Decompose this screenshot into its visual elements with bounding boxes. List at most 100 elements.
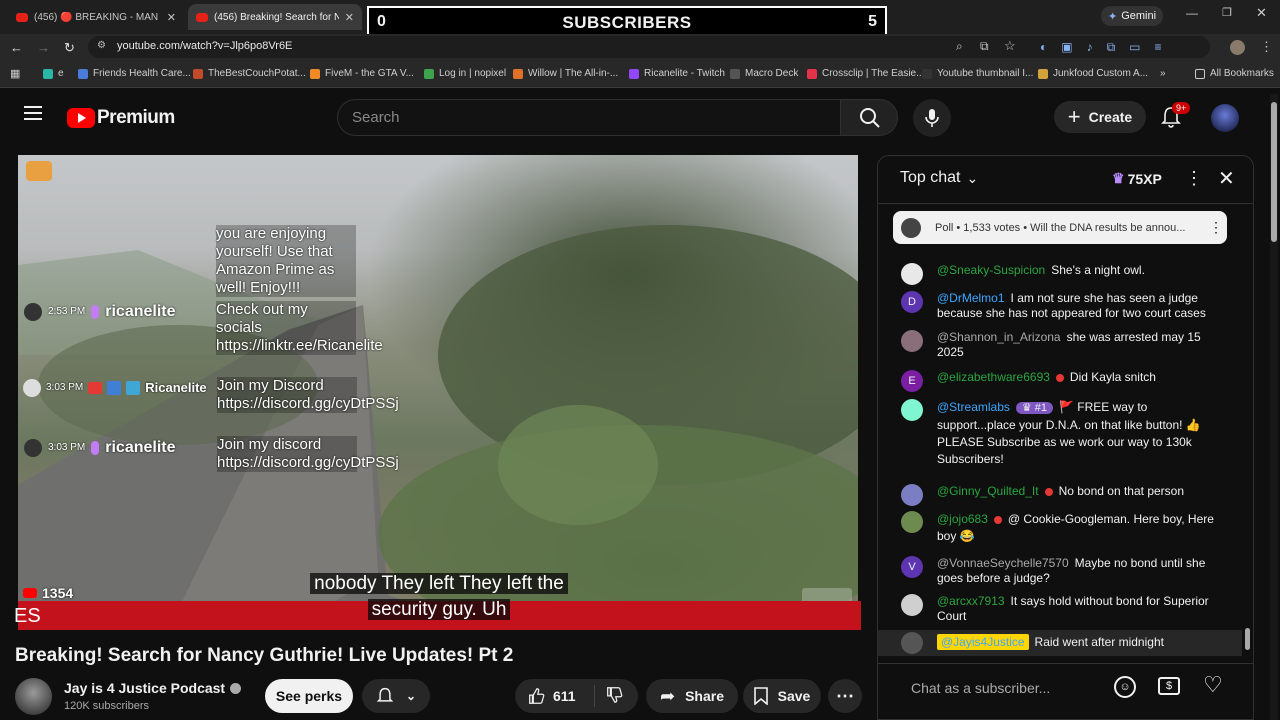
scrollbar-thumb[interactable] xyxy=(1271,102,1277,242)
close-chat-icon[interactable]: ✕ xyxy=(1218,166,1235,191)
profile-avatar-icon[interactable] xyxy=(1230,40,1245,55)
chat-username[interactable]: @arcxx7913 xyxy=(937,594,1005,608)
like-button[interactable]: 611 xyxy=(515,685,595,707)
bookmark-item[interactable]: Youtube thumbnail I... xyxy=(922,68,1033,79)
chat-username[interactable]: @jojo683 xyxy=(937,512,988,526)
heart-icon[interactable]: ♡ xyxy=(1203,672,1223,698)
xp-value: 75XP xyxy=(1127,170,1162,187)
thumbs-down-icon xyxy=(607,686,623,703)
create-label: Create xyxy=(1088,109,1133,125)
chat-more-options-icon[interactable]: ⋮ xyxy=(1185,168,1203,189)
hamburger-menu-icon[interactable] xyxy=(24,106,42,120)
menu-kebab-icon[interactable]: ⋮ xyxy=(1260,39,1273,55)
like-dislike-group: 611 xyxy=(515,679,638,713)
bookmarks-overflow-icon[interactable]: » xyxy=(1160,68,1166,79)
install-icon[interactable]: ⧉ xyxy=(980,39,989,54)
caption-line: security guy. Uh xyxy=(367,599,511,620)
chat-avatar xyxy=(24,439,42,457)
chat-input[interactable]: Chat as a subscriber... xyxy=(900,672,1100,702)
chat-username[interactable]: @Ginny_Quilted_It xyxy=(937,484,1039,498)
poll-menu-icon[interactable]: ⋮ xyxy=(1209,219,1223,236)
chat-mode-label: Top chat xyxy=(900,169,961,186)
bookmark-item[interactable]: Willow | The All-in-... xyxy=(513,68,618,79)
notification-settings-button[interactable]: ⌄ xyxy=(362,679,430,713)
minimize-button[interactable]: — xyxy=(1186,6,1198,20)
bookmark-item[interactable]: Ricanelite - Twitch xyxy=(629,68,725,79)
close-tab-icon[interactable]: ✕ xyxy=(345,11,354,24)
bookmark-item[interactable]: Macro Deck xyxy=(730,68,798,79)
chat-username[interactable]: @Streamlabs xyxy=(937,400,1010,414)
channel-emote-icon xyxy=(26,161,52,181)
voice-search-button[interactable] xyxy=(913,99,951,137)
bookmark-star-icon[interactable]: ☆ xyxy=(1004,38,1016,54)
page-scrollbar[interactable] xyxy=(1270,94,1278,720)
share-button[interactable]: ➦ Share xyxy=(646,679,738,713)
bookmark-item[interactable]: FiveM - the GTA V... xyxy=(310,68,414,79)
all-bookmarks[interactable]: All Bookmarks xyxy=(1195,68,1274,79)
more-actions-button[interactable]: ⋯ xyxy=(828,679,862,713)
browser-tab[interactable]: (456) 🔴 BREAKING - MAN ✕ xyxy=(8,4,184,30)
bookmark-item[interactable]: Friends Health Care... xyxy=(78,68,191,79)
channel-avatar[interactable] xyxy=(15,678,52,715)
bookmark-item[interactable]: e xyxy=(43,68,64,79)
like-count: 611 xyxy=(553,688,576,704)
notifications-button[interactable]: 9+ xyxy=(1160,102,1191,130)
see-perks-label: See perks xyxy=(275,688,343,704)
rank-badge: ♛ #1 xyxy=(1015,402,1054,414)
notification-badge: 9+ xyxy=(1172,102,1191,114)
see-perks-button[interactable]: See perks xyxy=(265,679,353,713)
chat-username[interactable]: @Jayis4Justice xyxy=(937,634,1029,650)
user-avatar xyxy=(901,632,923,654)
emoji-icon[interactable]: ☺ xyxy=(1114,676,1136,698)
user-avatar xyxy=(901,484,923,506)
chat-username[interactable]: @elizabethware6693 xyxy=(937,370,1050,384)
restore-button[interactable]: ❐ xyxy=(1222,6,1232,19)
close-window-button[interactable]: ✕ xyxy=(1256,5,1267,21)
poll-banner[interactable]: Poll • 1,533 votes • Will the DNA result… xyxy=(893,211,1227,244)
chat-username[interactable]: @Sneaky-Suspicion xyxy=(937,263,1045,277)
bookmark-item[interactable]: Log in | nopixel xyxy=(424,68,506,79)
xp-badge[interactable]: ♛ 75XP xyxy=(1112,170,1162,187)
reload-icon[interactable]: ↻ xyxy=(64,40,75,56)
chat-time: 3:03 PM xyxy=(48,442,86,453)
apps-grid-icon[interactable]: ▦ xyxy=(10,67,20,80)
close-tab-icon[interactable]: ✕ xyxy=(167,11,176,24)
search-input[interactable]: Search xyxy=(337,99,840,136)
chat-username[interactable]: @Shannon_in_Arizona xyxy=(937,330,1061,344)
gemini-button[interactable]: ✦ Gemini xyxy=(1101,6,1163,26)
url-text: youtube.com/watch?v=Jlp6po8Vr6E xyxy=(117,40,293,52)
bookmark-item[interactable]: Crossclip | The Easie... xyxy=(807,68,924,79)
chat-username: ricanelite xyxy=(105,303,176,320)
browser-tab-active[interactable]: (456) Breaking! Search for N ✕ xyxy=(188,4,362,30)
save-label: Save xyxy=(777,688,811,704)
create-button[interactable]: + Create xyxy=(1054,101,1146,133)
search-button[interactable] xyxy=(840,99,898,136)
scrollbar-thumb[interactable] xyxy=(1245,628,1250,650)
user-avatar: E xyxy=(901,370,923,392)
bookmark-favicon-icon xyxy=(629,68,639,79)
account-avatar[interactable] xyxy=(1211,104,1239,132)
zoom-icon[interactable]: ⌕ xyxy=(956,39,963,54)
chat-mode-dropdown[interactable]: Top chat ⌄ xyxy=(900,169,978,187)
video-player[interactable]: K 2:53 PM ricanelite 3:03 PM Ricanelite … xyxy=(18,155,858,630)
chat-username[interactable]: @VonnaeSeychelle7570 xyxy=(937,556,1069,570)
chat-scrollbar[interactable] xyxy=(1245,206,1250,656)
dislike-button[interactable] xyxy=(595,686,623,707)
youtube-logo[interactable]: Premium xyxy=(67,107,175,129)
extension-icons[interactable]: ◐▣♪⧉▭≡ xyxy=(1040,40,1176,55)
member-badge-icon xyxy=(993,515,1002,524)
back-icon[interactable]: ← xyxy=(10,40,23,55)
bookmark-item[interactable]: TheBestCouchPotat... xyxy=(193,68,306,79)
stream-chat-line: K 3:03 PM ricanelite xyxy=(18,439,176,457)
chat-username[interactable]: @DrMelmo1 xyxy=(937,291,1005,305)
folder-icon xyxy=(1195,68,1205,79)
save-button[interactable]: Save xyxy=(743,679,821,713)
bookmark-item[interactable]: Junkfood Custom A... xyxy=(1038,68,1148,79)
chat-text: Raid went after midnight xyxy=(1034,635,1164,649)
verified-icon xyxy=(230,682,242,694)
forward-icon[interactable]: → xyxy=(37,40,50,55)
search-icon xyxy=(860,108,880,128)
channel-name[interactable]: Jay is 4 Justice Podcast xyxy=(64,680,242,696)
site-info-icon[interactable]: ⚙ xyxy=(97,40,106,51)
super-chat-icon[interactable]: $ xyxy=(1158,677,1180,695)
